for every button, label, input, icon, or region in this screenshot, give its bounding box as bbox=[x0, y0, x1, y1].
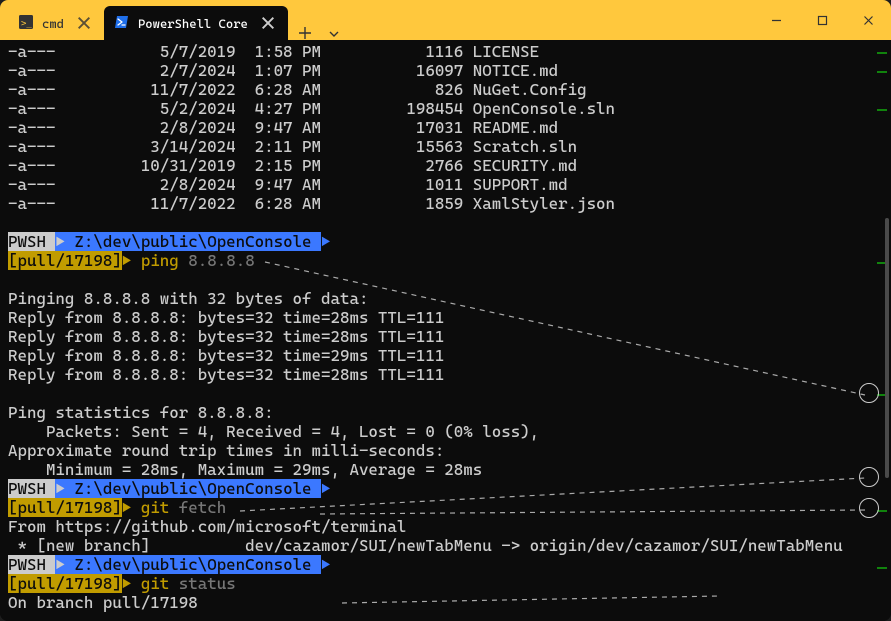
close-icon[interactable] bbox=[76, 15, 92, 31]
file-row: -a--- 2/8/2024 9:47 AM 1011 SUPPORT.md bbox=[8, 175, 887, 194]
tab-cmd[interactable]: >_ cmd bbox=[8, 6, 104, 40]
output-line: Minimum = 28ms, Maximum = 29ms, Average … bbox=[8, 460, 887, 479]
powershell-icon bbox=[114, 14, 130, 33]
tab-label: PowerShell Core bbox=[138, 16, 248, 31]
output-line: Pinging 8.8.8.8 with 32 bytes of data: bbox=[8, 289, 887, 308]
prompt-path: Z:\dev\public\OpenConsole bbox=[65, 479, 321, 498]
output-line: Reply from 8.8.8.8: bytes=32 time=29ms T… bbox=[8, 346, 887, 365]
tab-strip: >_ cmd PowerShell Core bbox=[0, 0, 346, 40]
maximize-button[interactable] bbox=[799, 0, 845, 40]
window: >_ cmd PowerShell Core bbox=[0, 0, 891, 621]
prompt-branch: [pull/17198] bbox=[8, 574, 122, 593]
file-row: -a--- 2/7/2024 1:07 PM 16097 NOTICE.md bbox=[8, 61, 887, 80]
file-row: -a--- 11/7/2022 6:28 AM 826 NuGet.Config bbox=[8, 80, 887, 99]
output-line: On branch pull/17198 bbox=[8, 593, 887, 612]
output-line: From https://github.com/microsoft/termin… bbox=[8, 517, 887, 536]
command-exe: ping bbox=[141, 251, 179, 270]
prompt-shell: PWSH bbox=[8, 555, 55, 574]
output-line: Approximate round trip times in milli-se… bbox=[8, 441, 887, 460]
window-controls bbox=[753, 0, 891, 40]
new-tab-dropdown[interactable] bbox=[322, 28, 346, 40]
close-window-button[interactable] bbox=[845, 0, 891, 40]
new-tab-button[interactable] bbox=[288, 26, 322, 40]
prompt-shell: PWSH bbox=[8, 232, 55, 251]
titlebar: >_ cmd PowerShell Core bbox=[0, 0, 891, 40]
prompt-branch: [pull/17198] bbox=[8, 498, 122, 517]
svg-text:>_: >_ bbox=[21, 19, 32, 29]
file-row: -a--- 10/31/2019 2:15 PM 2766 SECURITY.m… bbox=[8, 156, 887, 175]
file-row: -a--- 3/14/2024 2:11 PM 15563 Scratch.sl… bbox=[8, 137, 887, 156]
output-line: Packets: Sent = 4, Received = 4, Lost = … bbox=[8, 422, 887, 441]
command-args: status bbox=[179, 574, 236, 593]
output-line: Reply from 8.8.8.8: bytes=32 time=28ms T… bbox=[8, 327, 887, 346]
close-icon[interactable] bbox=[260, 15, 276, 31]
minimize-button[interactable] bbox=[753, 0, 799, 40]
file-row: -a--- 5/7/2019 1:58 PM 1116 LICENSE bbox=[8, 42, 887, 61]
command-args: 8.8.8.8 bbox=[188, 251, 254, 270]
output-line: Ping statistics for 8.8.8.8: bbox=[8, 403, 887, 422]
tab-label: cmd bbox=[42, 16, 64, 31]
cmd-icon: >_ bbox=[18, 14, 34, 33]
file-row: -a--- 11/7/2022 6:28 AM 1859 XamlStyler.… bbox=[8, 194, 887, 213]
prompt-path: Z:\dev\public\OpenConsole bbox=[65, 555, 321, 574]
output-line: Reply from 8.8.8.8: bytes=32 time=28ms T… bbox=[8, 308, 887, 327]
command-exe: git bbox=[141, 498, 169, 517]
prompt-shell: PWSH bbox=[8, 479, 55, 498]
prompt-branch: [pull/17198] bbox=[8, 251, 122, 270]
output-line: Reply from 8.8.8.8: bytes=32 time=28ms T… bbox=[8, 365, 887, 384]
command-exe: git bbox=[141, 574, 169, 593]
tab-powershell-core[interactable]: PowerShell Core bbox=[104, 6, 288, 40]
output-line: * [new branch] dev/cazamor/SUI/newTabMen… bbox=[8, 536, 887, 555]
file-row: -a--- 5/2/2024 4:27 PM 198454 OpenConsol… bbox=[8, 99, 887, 118]
terminal-pane[interactable]: -a--- 5/7/2019 1:58 PM 1116 LICENSE-a---… bbox=[0, 40, 891, 621]
file-row: -a--- 2/8/2024 9:47 AM 17031 README.md bbox=[8, 118, 887, 137]
prompt-path: Z:\dev\public\OpenConsole bbox=[65, 232, 321, 251]
command-args: fetch bbox=[179, 498, 226, 517]
